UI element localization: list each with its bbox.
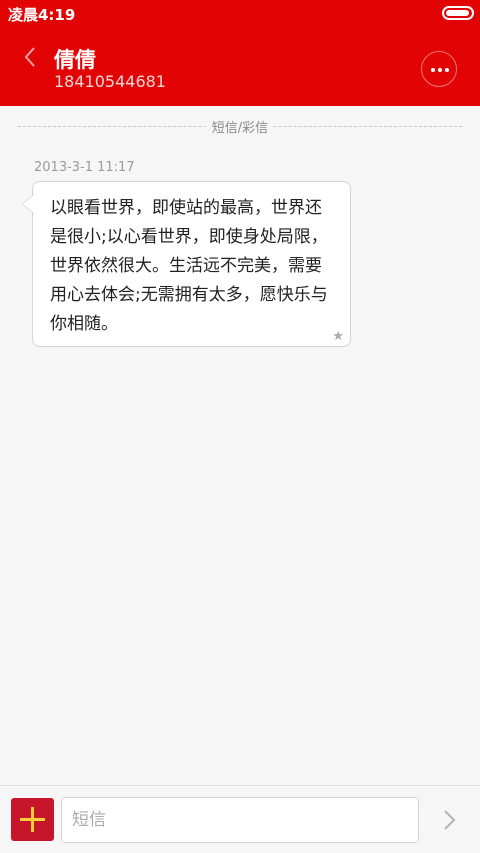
add-attachment-button[interactable] <box>11 798 54 841</box>
message-text: 以眼看世界，即使站的最高，世界还是很小;以心看世界，即使身处局限，世界依然很大。… <box>50 198 328 334</box>
status-time: 凌晨4:19 <box>8 6 76 24</box>
conversation-header: 倩倩 18410544681 <box>0 26 480 106</box>
more-dot <box>445 68 449 72</box>
battery-icon <box>442 6 474 20</box>
chevron-left-icon <box>24 47 35 67</box>
plus-icon <box>31 807 34 832</box>
bubble-tail <box>22 194 34 214</box>
contact-phone: 18410544681 <box>54 72 166 91</box>
message-bubble[interactable]: 以眼看世界，即使站的最高，世界还是很小;以心看世界，即使身处局限，世界依然很大。… <box>22 181 351 347</box>
chevron-right-icon <box>444 810 456 830</box>
star-icon[interactable]: ★ <box>332 330 344 344</box>
composer-bar <box>0 785 480 853</box>
status-bar: 凌晨4:19 <box>0 0 480 26</box>
contact-name: 倩倩 <box>54 48 96 72</box>
message-input[interactable] <box>61 797 419 843</box>
back-button[interactable] <box>18 42 42 72</box>
more-button[interactable] <box>421 51 457 87</box>
divider-label: 短信/彩信 <box>205 117 275 136</box>
send-button[interactable] <box>442 808 458 832</box>
more-dot <box>438 68 442 72</box>
battery-level <box>446 10 469 16</box>
message-type-divider: 短信/彩信 <box>18 117 462 137</box>
more-dot <box>431 68 435 72</box>
message-timestamp: 2013-3-1 11:17 <box>34 160 135 175</box>
